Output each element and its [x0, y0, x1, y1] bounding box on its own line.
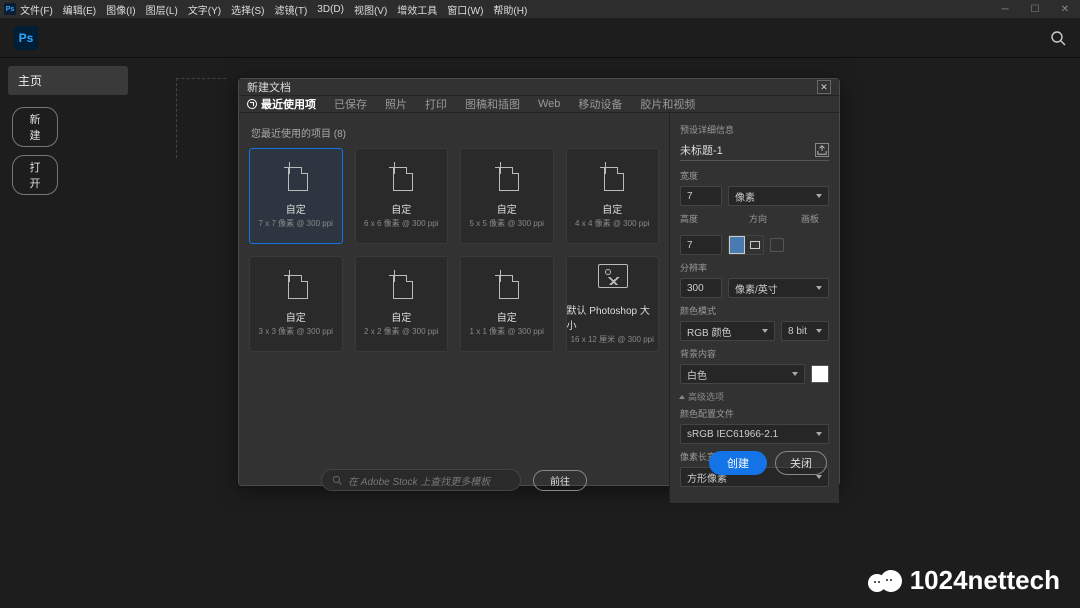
- new-button[interactable]: 新建: [12, 107, 58, 147]
- orientation-toggle[interactable]: [728, 235, 764, 255]
- document-icon: [499, 167, 519, 191]
- document-icon: [288, 275, 308, 299]
- create-button[interactable]: 创建: [709, 451, 767, 475]
- close-icon[interactable]: ✕: [817, 80, 831, 94]
- document-icon: [393, 275, 413, 299]
- document-icon: [499, 275, 519, 299]
- bitdepth-select[interactable]: 8 bit: [781, 321, 829, 341]
- menu-image[interactable]: 图像(I): [106, 2, 135, 17]
- colormode-label: 颜色模式: [680, 304, 829, 317]
- landscape-icon[interactable]: [747, 236, 763, 254]
- height-input[interactable]: 7: [680, 235, 722, 255]
- height-label: 高度: [680, 212, 743, 225]
- ps-logo: Ps: [14, 26, 38, 50]
- portrait-icon[interactable]: [729, 236, 745, 254]
- tab-photo[interactable]: 照片: [385, 96, 407, 112]
- menu-select[interactable]: 选择(S): [231, 2, 264, 17]
- open-button[interactable]: 打开: [12, 155, 58, 195]
- bg-select[interactable]: 白色: [680, 364, 805, 384]
- orient-label: 方向: [749, 212, 795, 225]
- search-icon[interactable]: [1050, 30, 1066, 46]
- bg-label: 背景内容: [680, 347, 829, 360]
- artboard-checkbox[interactable]: [770, 238, 784, 252]
- profile-select[interactable]: sRGB IEC61966-2.1: [680, 424, 829, 444]
- colormode-select[interactable]: RGB 颜色: [680, 321, 775, 341]
- menu-edit[interactable]: 编辑(E): [63, 2, 96, 17]
- wechat-icon: [868, 566, 902, 596]
- image-icon: [598, 264, 628, 288]
- preset-card[interactable]: 自定5 x 5 像素 @ 300 ppi: [460, 148, 554, 244]
- new-document-dialog: 新建文档 ✕ 最近使用项 已保存 照片 打印 图稿和插图 Web 移动设备 胶片…: [238, 78, 840, 486]
- app-topbar: Ps: [0, 18, 1080, 58]
- menu-view[interactable]: 视图(V): [354, 2, 387, 17]
- preset-card[interactable]: 自定4 x 4 像素 @ 300 ppi: [566, 148, 660, 244]
- doc-name-input[interactable]: 未标题-1: [680, 142, 815, 158]
- bg-swatch[interactable]: [811, 365, 829, 383]
- dashed-bg: [176, 78, 226, 158]
- win-min-icon[interactable]: ─: [990, 4, 1020, 15]
- tab-print[interactable]: 打印: [425, 96, 447, 112]
- menu-window[interactable]: 窗口(W): [447, 2, 483, 17]
- stock-search-input[interactable]: 在 Adobe Stock 上查找更多模板: [321, 469, 521, 491]
- dialog-tabs: 最近使用项 已保存 照片 打印 图稿和插图 Web 移动设备 胶片和视频: [239, 96, 839, 113]
- artboard-label: 画板: [801, 212, 829, 225]
- win-close-icon[interactable]: ✕: [1050, 4, 1080, 15]
- dialog-title: 新建文档: [247, 79, 291, 95]
- resolution-unit-select[interactable]: 像素/英寸: [728, 278, 829, 298]
- menu-layer[interactable]: 图层(L): [146, 2, 178, 17]
- document-icon: [604, 167, 624, 191]
- save-preset-icon[interactable]: [815, 143, 829, 157]
- tab-art[interactable]: 图稿和插图: [465, 96, 520, 112]
- tab-recent[interactable]: 最近使用项: [247, 96, 316, 112]
- preset-card[interactable]: 默认 Photoshop 大小16 x 12 厘米 @ 300 ppi: [566, 256, 660, 352]
- resolution-label: 分辨率: [680, 261, 829, 274]
- menu-type[interactable]: 文字(Y): [188, 2, 221, 17]
- document-icon: [288, 167, 308, 191]
- dialog-header: 新建文档 ✕: [239, 79, 839, 96]
- ps-badge: Ps: [4, 3, 16, 15]
- menu-help[interactable]: 帮助(H): [493, 2, 527, 17]
- preset-card[interactable]: 自定6 x 6 像素 @ 300 ppi: [355, 148, 449, 244]
- width-unit-select[interactable]: 像素: [728, 186, 829, 206]
- menubar: Ps 文件(F) 编辑(E) 图像(I) 图层(L) 文字(Y) 选择(S) 滤…: [0, 0, 1080, 18]
- preset-card[interactable]: 自定7 x 7 像素 @ 300 ppi: [249, 148, 343, 244]
- win-max-icon[interactable]: ☐: [1020, 4, 1050, 15]
- tab-mobile[interactable]: 移动设备: [578, 96, 622, 112]
- tab-saved[interactable]: 已保存: [334, 96, 367, 112]
- sidebar-home[interactable]: 主页: [8, 66, 128, 95]
- width-input[interactable]: 7: [680, 186, 722, 206]
- preset-card[interactable]: 自定3 x 3 像素 @ 300 ppi: [249, 256, 343, 352]
- preset-card[interactable]: 自定1 x 1 像素 @ 300 ppi: [460, 256, 554, 352]
- menu-filter[interactable]: 滤镜(T): [275, 2, 308, 17]
- tab-film[interactable]: 胶片和视频: [640, 96, 695, 112]
- stock-go-button[interactable]: 前往: [533, 470, 587, 491]
- details-title: 预设详细信息: [680, 123, 829, 136]
- advanced-toggle[interactable]: 高级选项: [680, 390, 829, 403]
- document-icon: [393, 167, 413, 191]
- cancel-button[interactable]: 关闭: [775, 451, 827, 475]
- home-sidebar: 主页 新建 打开: [0, 58, 136, 608]
- resolution-input[interactable]: 300: [680, 278, 722, 298]
- preset-card[interactable]: 自定2 x 2 像素 @ 300 ppi: [355, 256, 449, 352]
- menu-3d[interactable]: 3D(D): [317, 4, 344, 15]
- recent-label: 您最近使用的项目 (8): [251, 125, 659, 140]
- profile-label: 颜色配置文件: [680, 407, 829, 420]
- preset-details-panel: 预设详细信息 未标题-1 宽度 7 像素 高度 方向 画板 7: [669, 113, 839, 503]
- watermark: 1024nettech: [868, 565, 1060, 596]
- clock-icon: [247, 99, 257, 109]
- width-label: 宽度: [680, 169, 829, 182]
- menu-file[interactable]: 文件(F): [20, 2, 53, 17]
- tab-web[interactable]: Web: [538, 98, 560, 110]
- menu-plugins[interactable]: 增效工具: [397, 2, 437, 17]
